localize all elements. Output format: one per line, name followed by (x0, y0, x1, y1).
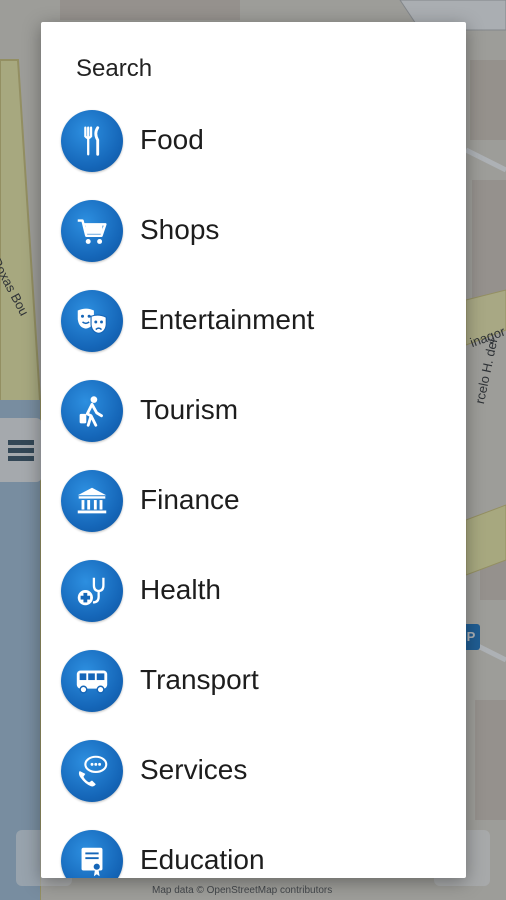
phone-chat-icon (61, 740, 123, 802)
stethoscope-icon (61, 560, 123, 622)
shopping-cart-icon (61, 200, 123, 262)
category-label: Health (140, 574, 221, 605)
diploma-icon (61, 830, 123, 878)
category-item-services[interactable]: Services (41, 738, 466, 828)
category-label: Education (140, 844, 265, 875)
category-item-transport[interactable]: Transport (41, 648, 466, 738)
category-label: Transport (140, 664, 259, 695)
dialog-title: Search (76, 55, 153, 82)
category-item-entertainment[interactable]: Entertainment (41, 288, 466, 378)
category-label: Services (140, 754, 248, 785)
fork-knife-icon (61, 110, 123, 172)
category-label: Shops (140, 214, 220, 245)
bank-icon (61, 470, 123, 532)
category-list: Food Shops Entertainment Tourism Finance… (41, 108, 466, 878)
category-item-finance[interactable]: Finance (41, 468, 466, 558)
category-label: Finance (140, 484, 240, 515)
category-label: Tourism (140, 394, 239, 425)
bus-icon (61, 650, 123, 712)
search-category-dialog: Search Food Shops Entertainment Tourism … (41, 22, 466, 878)
category-item-health[interactable]: Health (41, 558, 466, 648)
category-item-tourism[interactable]: Tourism (41, 378, 466, 468)
theater-masks-icon (61, 290, 123, 352)
category-label: Food (140, 124, 204, 155)
traveler-icon (61, 380, 123, 442)
category-label: Entertainment (140, 304, 315, 335)
category-item-shops[interactable]: Shops (41, 198, 466, 288)
category-item-education[interactable]: Education (41, 828, 466, 878)
category-item-food[interactable]: Food (41, 108, 466, 198)
